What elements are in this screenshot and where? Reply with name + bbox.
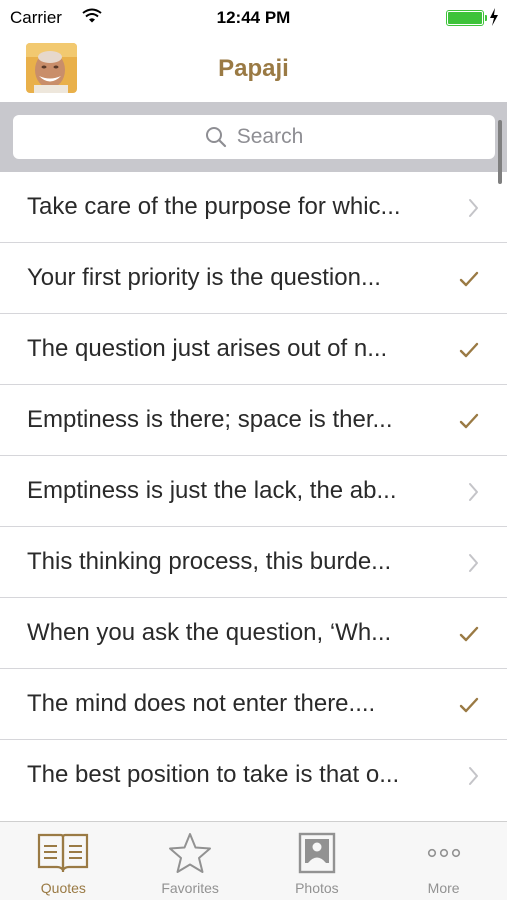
search-input[interactable]: Search (13, 115, 495, 159)
list-item[interactable]: The question just arises out of n... (0, 314, 507, 385)
checkmark-icon (456, 338, 482, 362)
quote-text: Take care of the purpose for whic... (27, 193, 401, 220)
tab-label: More (427, 880, 460, 896)
list-item[interactable]: Emptiness is there; space is ther... (0, 385, 507, 456)
quote-text: When you ask the question, ‘Wh... (27, 619, 392, 646)
quotes-list: Take care of the purpose for whic... Your… (0, 172, 507, 811)
tab-label: Favorites (161, 880, 219, 896)
quote-text: The best position to take is that o... (27, 761, 400, 788)
checkmark-icon (456, 409, 482, 433)
battery-tip (485, 15, 487, 21)
list-item[interactable]: When you ask the question, ‘Wh... (0, 598, 507, 669)
battery-icon (446, 10, 484, 26)
tab-photos[interactable]: Photos (254, 822, 381, 900)
quote-text: Emptiness is just the lack, the ab... (27, 477, 397, 504)
search-placeholder: Search (236, 125, 304, 148)
more-icon (422, 832, 466, 879)
quote-text: The mind does not enter there.... (27, 690, 376, 717)
quote-text: Emptiness is there; space is ther... (27, 406, 393, 433)
tab-bar: Quotes Favorites Photos More (0, 821, 507, 900)
chevron-right-icon[interactable] (456, 480, 482, 504)
list-item[interactable]: The mind does not enter there.... (0, 669, 507, 740)
list-item[interactable]: Your first priority is the question... (0, 243, 507, 314)
star-icon (168, 832, 212, 879)
navigation-bar: Papaji (0, 36, 507, 102)
checkmark-icon (456, 622, 482, 646)
status-time: 12:44 PM (216, 8, 291, 27)
status-bar: Carrier 12:44 PM (0, 0, 507, 36)
chevron-right-icon[interactable] (456, 196, 482, 220)
tab-more[interactable]: More (380, 822, 507, 900)
search-icon (205, 127, 226, 148)
page-title: Papaji (218, 55, 289, 82)
photo-icon (297, 832, 337, 879)
quote-text: This thinking process, this burde... (27, 548, 392, 575)
tab-quotes[interactable]: Quotes (0, 822, 127, 900)
chevron-right-icon[interactable] (456, 551, 482, 575)
tab-favorites[interactable]: Favorites (127, 822, 254, 900)
book-icon (37, 832, 89, 877)
tab-label: Photos (295, 880, 339, 896)
list-item[interactable]: Take care of the purpose for whic... (0, 172, 507, 243)
quote-text: Your first priority is the question... (27, 264, 381, 291)
chevron-right-icon[interactable] (456, 764, 482, 788)
list-item[interactable]: The best position to take is that o... (0, 740, 507, 811)
checkmark-icon (456, 267, 482, 291)
search-bar: Search (0, 102, 507, 172)
list-item[interactable]: Emptiness is just the lack, the ab... (0, 456, 507, 527)
tab-label: Quotes (40, 880, 86, 896)
list-item[interactable]: This thinking process, this burde... (0, 527, 507, 598)
charging-bolt-icon (489, 8, 499, 31)
quote-text: The question just arises out of n... (27, 335, 388, 362)
checkmark-icon (456, 693, 482, 717)
